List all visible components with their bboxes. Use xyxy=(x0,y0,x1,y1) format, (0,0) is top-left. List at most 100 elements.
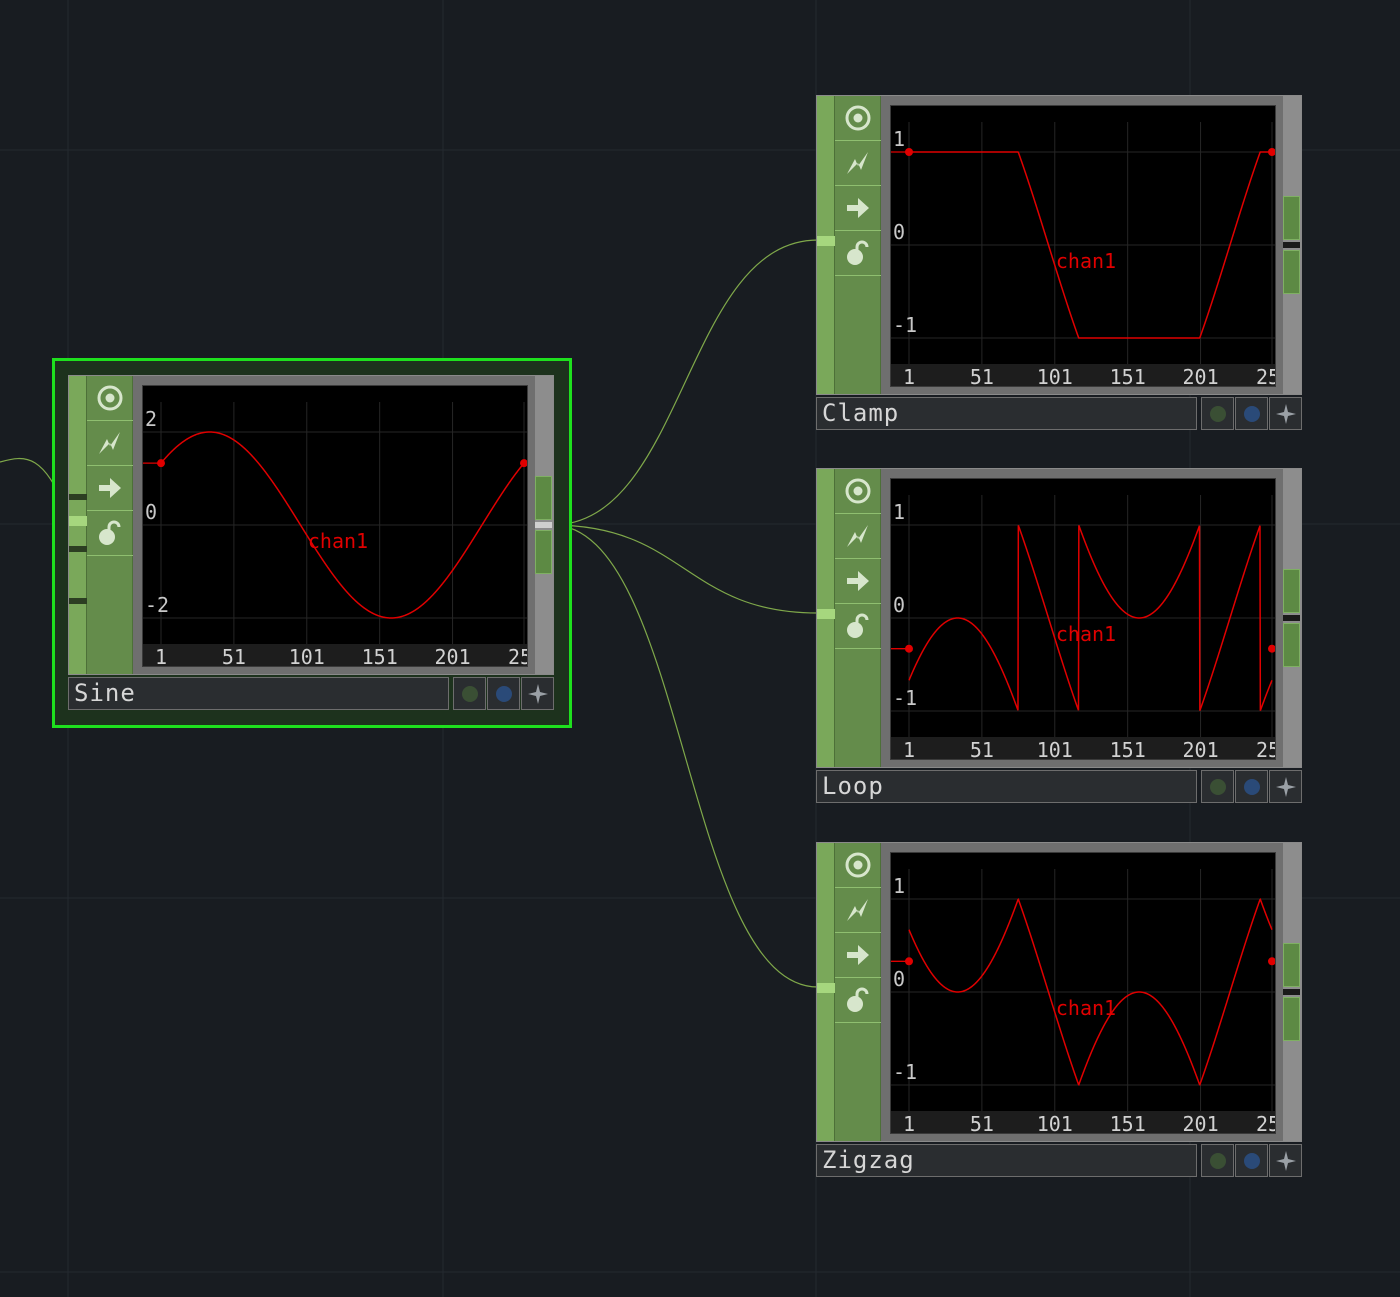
cook-button[interactable] xyxy=(835,141,881,186)
x-tick-label: 101 xyxy=(1037,365,1073,387)
lightning-icon xyxy=(99,432,120,454)
cook-button[interactable] xyxy=(835,888,881,933)
node-viewer[interactable]: 20-2chan115110115120125 xyxy=(142,385,528,667)
output-connector-strip[interactable] xyxy=(1283,843,1301,1141)
node-name-label[interactable]: Loop xyxy=(816,770,1197,803)
lightning-icon xyxy=(847,525,868,547)
wire-sine-to-loop[interactable] xyxy=(551,524,819,614)
end-point xyxy=(1268,644,1275,653)
x-tick-label: 25 xyxy=(1256,738,1276,760)
display-flag-button[interactable] xyxy=(453,677,486,710)
x-tick-label: 201 xyxy=(435,645,471,667)
lock-button[interactable] xyxy=(835,604,881,649)
input-connector[interactable] xyxy=(69,516,87,526)
cook-button[interactable] xyxy=(87,421,133,466)
render-flag-icon xyxy=(495,685,512,702)
display-flag-icon xyxy=(1209,778,1226,795)
input-connector[interactable] xyxy=(817,609,835,619)
node-sine[interactable]: 20-2chan115110115120125Sine xyxy=(68,375,554,711)
input-connector[interactable] xyxy=(817,236,835,246)
y-tick-label: 2 xyxy=(145,407,157,431)
render-flag-button[interactable] xyxy=(1235,770,1268,803)
export-button[interactable] xyxy=(835,559,881,604)
x-tick-label: 151 xyxy=(1110,365,1146,387)
node-viewer[interactable]: 10-1chan115110115120125 xyxy=(890,105,1276,387)
x-tick-label: 151 xyxy=(1110,738,1146,760)
x-tick-label: 201 xyxy=(1183,1112,1219,1134)
node-zigzag[interactable]: 10-1chan115110115120125Zigzag xyxy=(816,842,1302,1178)
bypass-button[interactable] xyxy=(1269,397,1302,430)
output-connector-strip[interactable] xyxy=(1283,96,1301,394)
output-connector-strip[interactable] xyxy=(535,376,553,674)
bypass-button[interactable] xyxy=(1269,770,1302,803)
output-connector[interactable] xyxy=(1283,943,1300,987)
wire-sine-to-clamp[interactable] xyxy=(551,239,819,526)
display-flag-icon xyxy=(1209,1152,1226,1169)
output-connector[interactable] xyxy=(535,530,552,574)
output-connector[interactable] xyxy=(1283,250,1300,294)
viewer-toggle-button[interactable] xyxy=(87,376,133,421)
display-flag-button[interactable] xyxy=(1201,1144,1234,1177)
output-connector[interactable] xyxy=(1283,196,1300,240)
node-body[interactable]: 20-2chan115110115120125 xyxy=(68,375,554,675)
input-connector-strip[interactable] xyxy=(817,469,835,767)
bypass-button[interactable] xyxy=(1269,1144,1302,1177)
display-flag-icon xyxy=(461,685,478,702)
export-button[interactable] xyxy=(835,186,881,231)
node-name-label[interactable]: Zigzag xyxy=(816,1144,1197,1177)
node-viewer[interactable]: 10-1chan115110115120125 xyxy=(890,478,1276,760)
input-connector-strip[interactable] xyxy=(817,843,835,1141)
viewer-active-icon xyxy=(845,478,871,504)
output-connector[interactable] xyxy=(1283,997,1300,1041)
viewer-toggle-button[interactable] xyxy=(835,469,881,514)
start-point xyxy=(905,957,913,966)
output-connector[interactable] xyxy=(1283,569,1300,613)
display-flag-icon xyxy=(1209,405,1226,422)
node-name-label[interactable]: Clamp xyxy=(816,397,1197,430)
input-connector-gap xyxy=(69,494,87,500)
viewer-toggle-button[interactable] xyxy=(835,843,881,888)
output-connector[interactable] xyxy=(535,476,552,520)
y-tick-label: -1 xyxy=(893,313,917,337)
node-body[interactable]: 10-1chan115110115120125 xyxy=(816,468,1302,768)
lock-button[interactable] xyxy=(835,231,881,276)
lock-icon xyxy=(99,520,121,545)
display-flag-button[interactable] xyxy=(1201,770,1234,803)
node-clamp[interactable]: 10-1chan115110115120125Clamp xyxy=(816,95,1302,431)
x-tick-label: 51 xyxy=(222,645,246,667)
network-editor[interactable]: 20-2chan115110115120125Sine10-1chan11511… xyxy=(0,0,1400,1297)
output-connector[interactable] xyxy=(1283,623,1300,667)
output-connector-strip[interactable] xyxy=(1283,469,1301,767)
render-flag-button[interactable] xyxy=(487,677,520,710)
render-flag-button[interactable] xyxy=(1235,1144,1268,1177)
lock-button[interactable] xyxy=(835,978,881,1023)
x-tick-label: 25 xyxy=(1256,1112,1276,1134)
cook-button[interactable] xyxy=(835,514,881,559)
bypass-button[interactable] xyxy=(521,677,554,710)
export-button[interactable] xyxy=(87,466,133,511)
input-connector-strip[interactable] xyxy=(69,376,87,674)
wire-sine-to-zigzag[interactable] xyxy=(551,524,819,988)
render-flag-button[interactable] xyxy=(1235,397,1268,430)
x-tick-label: 151 xyxy=(362,645,398,667)
input-connector-strip[interactable] xyxy=(817,96,835,394)
viewer-active-icon xyxy=(845,852,871,878)
node-name-label[interactable]: Sine xyxy=(68,677,449,710)
lightning-icon xyxy=(847,899,868,921)
x-tick-label: 1 xyxy=(903,365,915,387)
input-connector-gap xyxy=(69,598,87,604)
node-body[interactable]: 10-1chan115110115120125 xyxy=(816,95,1302,395)
node-body[interactable]: 10-1chan115110115120125 xyxy=(816,842,1302,1142)
lock-button[interactable] xyxy=(87,511,133,556)
node-viewer[interactable]: 10-1chan115110115120125 xyxy=(890,852,1276,1134)
viewer-toggle-button[interactable] xyxy=(835,96,881,141)
export-arrow-icon xyxy=(847,945,869,965)
x-tick-label: 101 xyxy=(1037,1112,1073,1134)
input-connector[interactable] xyxy=(817,983,835,993)
y-tick-label: -1 xyxy=(893,686,917,710)
channel-label: chan1 xyxy=(308,529,368,553)
display-flag-button[interactable] xyxy=(1201,397,1234,430)
export-button[interactable] xyxy=(835,933,881,978)
x-tick-label: 201 xyxy=(1183,365,1219,387)
node-loop[interactable]: 10-1chan115110115120125 Loop xyxy=(816,468,1302,804)
